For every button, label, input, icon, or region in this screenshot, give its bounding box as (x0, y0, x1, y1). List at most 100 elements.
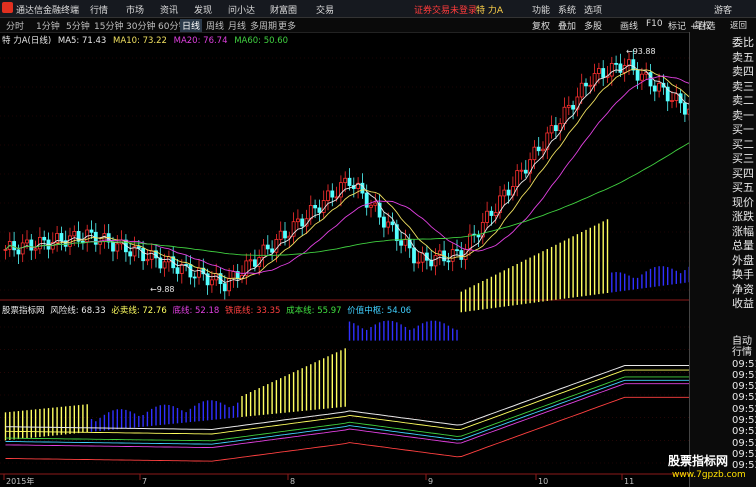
candle-body (399, 240, 404, 246)
candle-body (81, 240, 85, 243)
candle-body (640, 73, 644, 81)
quote-label: 净资 (732, 282, 754, 296)
candle-body (330, 190, 335, 198)
candle-body (209, 279, 214, 286)
candle-body (227, 277, 232, 292)
candle-body (192, 276, 197, 279)
candle-body (373, 202, 378, 206)
candle-body (343, 177, 348, 184)
tick-label: 09:52 (732, 403, 756, 415)
candle-body (278, 230, 283, 240)
candle-body (115, 243, 120, 252)
tick-label: 09:51 (732, 358, 756, 370)
candle-body (248, 259, 253, 262)
quote-label: 买三 (732, 152, 754, 165)
quote-label: 卖二 (732, 94, 754, 107)
btn-mark[interactable]: 标记 (668, 19, 686, 32)
candle-body (584, 82, 588, 87)
candle-body (597, 68, 601, 74)
btn-fuquan2[interactable]: 复权 (532, 19, 550, 32)
candle-body (566, 104, 571, 108)
tick-label: 09:52 (732, 415, 756, 427)
candle-body (270, 248, 275, 253)
candle-body (579, 82, 584, 98)
quote-label: 收益 (732, 297, 754, 310)
tick-label: 09:52 (732, 392, 756, 404)
candle-body (631, 59, 636, 71)
kline-chart[interactable]: 90.0080.0070.0060.0050.0040.0030.0020.00… (0, 0, 690, 487)
btn-back[interactable]: 返回 (730, 19, 747, 31)
tick-label: 自动 (732, 336, 752, 347)
candle-body (308, 205, 313, 220)
candle-body (33, 248, 38, 251)
candle-body (670, 100, 674, 102)
candle-body (648, 72, 653, 87)
candle-body (72, 231, 77, 237)
btn-f10[interactable]: F10 (646, 19, 663, 29)
candle-body (59, 233, 64, 242)
candle-body (635, 69, 640, 81)
tick-label: 09:53 (732, 437, 756, 449)
candle-body (179, 264, 184, 274)
candle-body (532, 146, 537, 161)
quote-label: 买一 (732, 123, 754, 136)
candle-body (614, 62, 618, 65)
candle-body (42, 236, 47, 241)
candle-body (386, 221, 391, 228)
candle-body (265, 244, 270, 250)
quote-label: 涨跌 (732, 210, 754, 223)
guest-label[interactable]: 游客 (714, 3, 732, 16)
candle-body (231, 271, 236, 279)
candle-body (390, 221, 395, 226)
candle-body (489, 210, 494, 216)
x-tick-label: 11 (624, 477, 634, 486)
candle-body (145, 258, 150, 262)
candle-body (536, 146, 541, 152)
quote-label: 卖五 (732, 50, 754, 64)
high-annotation: ←93.88 (626, 47, 656, 56)
candle-body (68, 235, 72, 247)
cost-line (5, 376, 690, 442)
candle-body (515, 170, 520, 187)
candle-body (493, 212, 498, 216)
candle-body (571, 104, 575, 110)
btn-huaxian[interactable]: 画线 (620, 19, 638, 32)
quote-label: 现价 (732, 195, 754, 209)
tick-labels: 自动行情09:5109:5109:5209:5209:5209:5209:530… (732, 336, 756, 472)
candle-body (652, 85, 657, 92)
tick-label: 09:53 (732, 426, 756, 438)
candle-body (657, 82, 661, 92)
btn-diejia[interactable]: 叠加 (558, 19, 576, 32)
candle-body (554, 125, 558, 132)
candle-body (455, 249, 459, 252)
candle-body (618, 63, 623, 73)
x-tick-label: 7 (142, 477, 147, 486)
candle-body (412, 247, 416, 264)
btn-add-fav[interactable]: +自选 (690, 19, 716, 32)
candle-body (89, 229, 94, 233)
watermark: 股票指标网 (668, 454, 729, 468)
candle-body (416, 261, 421, 264)
candle-body (162, 261, 167, 269)
candle-body (38, 236, 42, 250)
x-tick-label: 8 (290, 477, 295, 486)
candle-body (300, 218, 305, 227)
x-tick-label: 10 (538, 477, 548, 486)
candle-body (506, 189, 511, 196)
candle-body (128, 251, 133, 257)
tick-label: 行情 (732, 347, 752, 359)
candle-body (175, 267, 180, 274)
candle-body (149, 250, 154, 260)
candle-body (29, 239, 34, 251)
btn-duogu[interactable]: 多股 (584, 19, 602, 32)
candle-body (25, 239, 29, 244)
quote-label: 卖四 (732, 65, 754, 78)
candle-body (347, 177, 352, 186)
chart-toolbar: 复权 叠加 多股 画线 F10 标记 (530, 18, 690, 32)
x-tick-label: 9 (428, 477, 433, 486)
quote-label: 委比 (732, 36, 754, 49)
candle-body (459, 250, 464, 260)
candle-body (252, 259, 257, 267)
tick-label: 09:52 (732, 381, 756, 393)
candle-body (369, 204, 373, 208)
